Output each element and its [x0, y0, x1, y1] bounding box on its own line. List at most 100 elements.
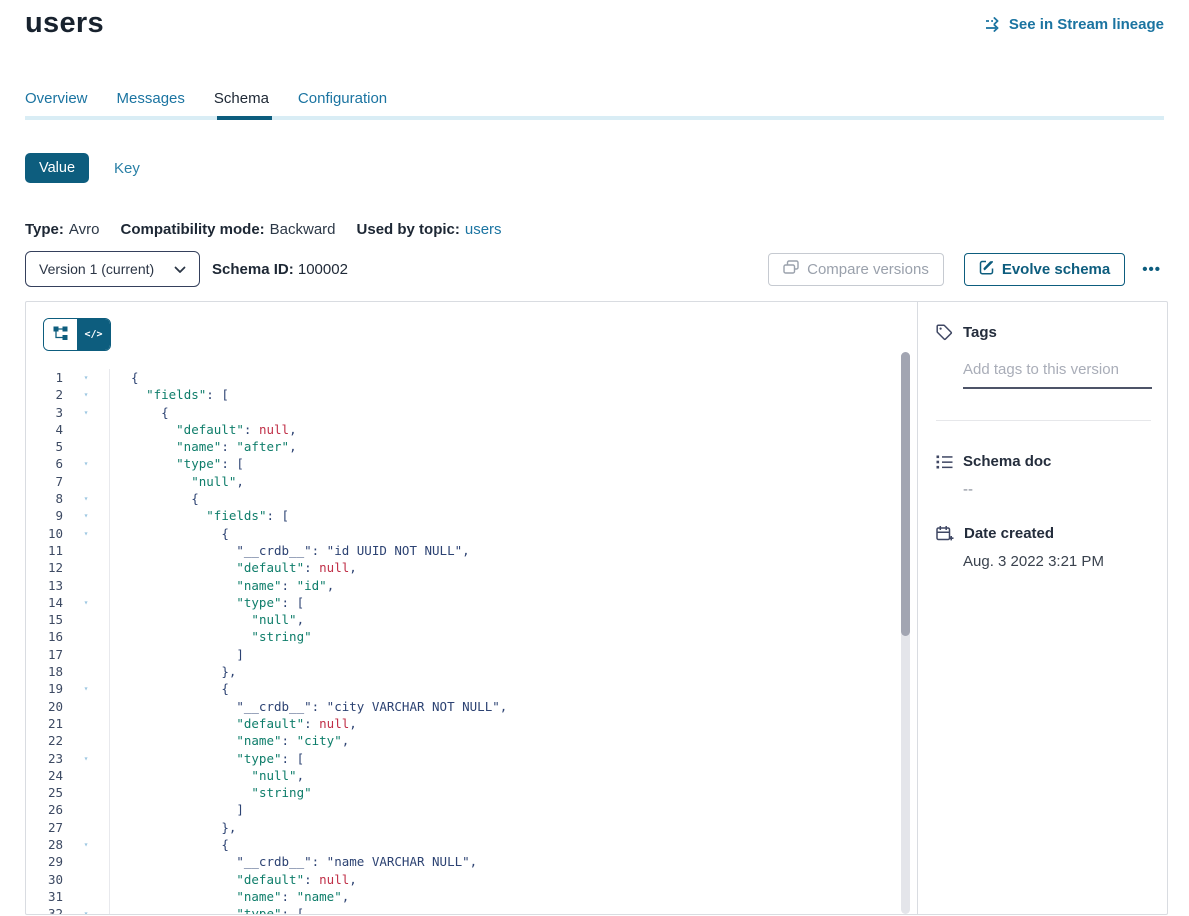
fold-toggle-icon[interactable]: ▾ — [63, 404, 109, 421]
code-text: "__crdb__": "id UUID NOT NULL", — [110, 542, 470, 559]
fold-toggle-icon[interactable]: ▾ — [63, 836, 109, 853]
code-text: "type": [ — [110, 594, 304, 611]
tree-view-icon — [53, 326, 68, 344]
code-text: "null", — [110, 473, 244, 490]
fold-spacer — [63, 473, 109, 490]
tab-schema[interactable]: Schema — [214, 90, 269, 107]
code-line: 26 ] — [26, 801, 917, 818]
schema-doc-value: -- — [963, 481, 1151, 498]
key-toggle-button[interactable]: Key — [114, 160, 140, 177]
date-created-value: Aug. 3 2022 3:21 PM — [963, 553, 1151, 570]
see-in-stream-lineage-link[interactable]: See in Stream lineage — [985, 16, 1164, 33]
tags-input[interactable] — [963, 361, 1152, 389]
code-line: 7 "null", — [26, 473, 917, 490]
fold-toggle-icon[interactable]: ▾ — [63, 750, 109, 767]
code-line: 3▾ { — [26, 404, 917, 421]
line-number: 4 — [26, 421, 63, 438]
fold-toggle-icon[interactable]: ▾ — [63, 386, 109, 403]
code-line: 12 "default": null, — [26, 559, 917, 576]
code-line: 1▾{ — [26, 369, 917, 386]
code-line: 4 "default": null, — [26, 421, 917, 438]
fold-spacer — [63, 871, 109, 888]
tree-view-button[interactable] — [44, 319, 77, 350]
fold-spacer — [63, 715, 109, 732]
fold-toggle-icon[interactable]: ▾ — [63, 369, 109, 386]
line-number: 9 — [26, 507, 63, 524]
code-text: }, — [110, 663, 236, 680]
line-number: 25 — [26, 784, 63, 801]
line-number: 28 — [26, 836, 63, 853]
code-text: "type": [ — [110, 455, 244, 472]
code-text: "fields": [ — [110, 386, 229, 403]
code-line: 8▾ { — [26, 490, 917, 507]
line-number: 30 — [26, 871, 63, 888]
version-select-value: Version 1 (current) — [39, 261, 154, 277]
tab-messages[interactable]: Messages — [117, 90, 185, 107]
code-text: "default": null, — [110, 421, 297, 438]
code-text: { — [110, 369, 139, 386]
code-text: { — [110, 680, 229, 697]
code-text: "name": "name", — [110, 888, 349, 905]
view-toggle: </> — [43, 318, 111, 351]
schema-panel: </> 1▾{2▾ "fields": [3▾ {4 "default": nu… — [25, 301, 1168, 915]
edit-icon — [979, 260, 994, 279]
version-select[interactable]: Version 1 (current) — [25, 251, 200, 287]
code-text: "__crdb__": "city VARCHAR NOT NULL", — [110, 698, 507, 715]
fold-spacer — [63, 421, 109, 438]
calendar-plus-icon — [936, 525, 954, 542]
compare-versions-label: Compare versions — [807, 261, 929, 278]
code-lines: 1▾{2▾ "fields": [3▾ {4 "default": null,5… — [26, 351, 917, 915]
topic-link[interactable]: users — [465, 221, 502, 238]
scrollbar-thumb[interactable] — [901, 352, 910, 636]
code-line: 16 "string" — [26, 628, 917, 645]
fold-toggle-icon[interactable]: ▾ — [63, 680, 109, 697]
code-text: "string" — [110, 784, 312, 801]
tab-configuration[interactable]: Configuration — [298, 90, 387, 107]
fold-toggle-icon[interactable]: ▾ — [63, 490, 109, 507]
fold-toggle-icon[interactable]: ▾ — [63, 507, 109, 524]
tab-overview[interactable]: Overview — [25, 90, 88, 107]
compatibility-value: Backward — [270, 221, 336, 238]
fold-spacer — [63, 628, 109, 645]
code-line: 31 "name": "name", — [26, 888, 917, 905]
code-line: 20 "__crdb__": "city VARCHAR NOT NULL", — [26, 698, 917, 715]
code-text: "default": null, — [110, 559, 357, 576]
code-line: 23▾ "type": [ — [26, 750, 917, 767]
code-line: 28▾ { — [26, 836, 917, 853]
code-view-button[interactable]: </> — [77, 319, 110, 350]
evolve-schema-button[interactable]: Evolve schema — [964, 253, 1125, 286]
code-line: 17 ] — [26, 646, 917, 663]
code-line: 24 "null", — [26, 767, 917, 784]
fold-spacer — [63, 438, 109, 455]
sidebar: Tags Schema doc -- Dat — [917, 302, 1167, 914]
fold-spacer — [63, 853, 109, 870]
fold-toggle-icon[interactable]: ▾ — [63, 455, 109, 472]
fold-toggle-icon[interactable]: ▾ — [63, 594, 109, 611]
chevron-down-icon — [174, 261, 186, 277]
code-line: 18 }, — [26, 663, 917, 680]
code-line: 30 "default": null, — [26, 871, 917, 888]
compare-versions-icon — [783, 260, 799, 279]
sidebar-divider — [936, 420, 1151, 421]
compatibility-label: Compatibility mode: — [120, 221, 264, 238]
stream-lineage-icon — [985, 17, 1002, 32]
code-line: 13 "name": "id", — [26, 577, 917, 594]
more-options-button[interactable]: ••• — [1142, 261, 1161, 278]
line-number: 17 — [26, 646, 63, 663]
value-toggle-button[interactable]: Value — [25, 153, 89, 183]
fold-toggle-icon[interactable]: ▾ — [63, 905, 109, 915]
code-view-icon: </> — [84, 329, 102, 340]
code-text: { — [110, 525, 229, 542]
code-line: 15 "null", — [26, 611, 917, 628]
line-number: 31 — [26, 888, 63, 905]
fold-spacer — [63, 784, 109, 801]
list-icon — [936, 454, 953, 470]
code-line: 32▾ "type": [ — [26, 905, 917, 915]
code-text: "name": "after", — [110, 438, 297, 455]
tab-track — [25, 116, 1164, 120]
fold-spacer — [63, 767, 109, 784]
evolve-schema-label: Evolve schema — [1002, 261, 1110, 278]
scrollbar-track — [901, 352, 910, 914]
compare-versions-button[interactable]: Compare versions — [768, 253, 944, 286]
fold-toggle-icon[interactable]: ▾ — [63, 525, 109, 542]
